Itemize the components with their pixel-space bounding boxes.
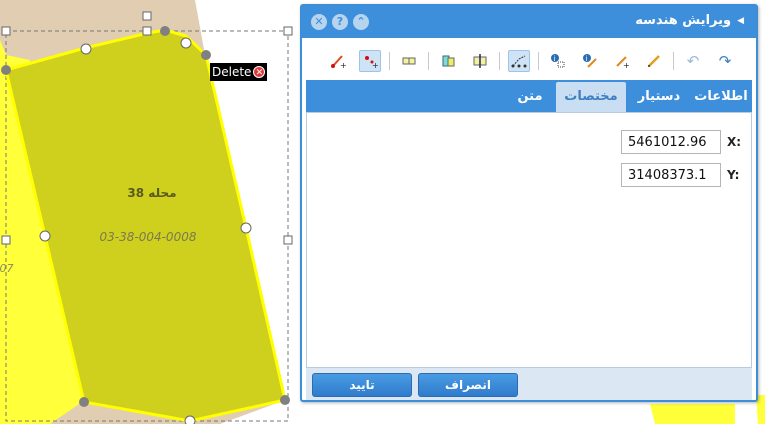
- scale-handle[interactable]: [142, 26, 152, 36]
- vertex-handle[interactable]: [160, 26, 170, 36]
- y-coordinate-input[interactable]: [621, 163, 721, 187]
- tab-text[interactable]: متن: [506, 82, 554, 112]
- svg-text:i: i: [586, 55, 588, 63]
- toolbar-separator: [673, 52, 674, 70]
- point-plus-icon[interactable]: +: [359, 50, 381, 72]
- vertex-handle[interactable]: [79, 397, 89, 407]
- svg-text:+: +: [340, 61, 346, 69]
- toolbar-separator: [428, 52, 429, 70]
- neighbor-parcel-bottom-right: [650, 404, 735, 424]
- info-edit-icon[interactable]: i: [579, 50, 601, 72]
- dialog-title-text: ویرایش هندسه: [635, 13, 732, 28]
- toolbar-separator: [499, 52, 500, 70]
- confirm-button[interactable]: تایید: [312, 373, 412, 397]
- cancel-button[interactable]: انصراف: [418, 373, 518, 397]
- edit-toolbar: + + i i + ↶ ↷: [322, 46, 748, 76]
- collapse-icon[interactable]: ⌃: [353, 14, 369, 30]
- midpoint-handle[interactable]: [184, 415, 196, 424]
- scale-handle[interactable]: [142, 11, 152, 21]
- vertex-handle[interactable]: [1, 65, 11, 75]
- svg-text:i: i: [554, 55, 556, 63]
- toolbar-separator: [389, 52, 390, 70]
- collapse-triangle-icon[interactable]: ◀: [737, 16, 744, 26]
- split-icon[interactable]: [437, 50, 459, 72]
- pencil-icon[interactable]: [643, 50, 665, 72]
- midpoint-handle[interactable]: [39, 230, 51, 242]
- delete-vertex-button[interactable]: Delete ✕: [210, 63, 268, 81]
- midpoint-handle[interactable]: [180, 37, 192, 49]
- close-icon[interactable]: ✕: [311, 14, 327, 30]
- midpoint-handle[interactable]: [240, 222, 252, 234]
- help-icon[interactable]: ?: [332, 14, 348, 30]
- delete-icon: ✕: [253, 66, 266, 78]
- y-row: Y:: [621, 163, 739, 187]
- dialog-title: ◀ ویرایش هندسه: [635, 13, 744, 28]
- midpoint-handle[interactable]: [80, 43, 92, 55]
- parcel-name-label: محله 38: [127, 186, 176, 200]
- dialog-titlebar[interactable]: ✕ ? ⌃ ◀ ویرایش هندسه: [302, 6, 756, 38]
- vertex-handle[interactable]: [280, 395, 290, 405]
- info-move-icon[interactable]: i: [547, 50, 569, 72]
- scale-handle[interactable]: [1, 26, 11, 36]
- vertex-handle[interactable]: [201, 50, 211, 60]
- scale-handle[interactable]: [283, 26, 293, 36]
- coordinates-panel: X: Y:: [306, 112, 752, 368]
- y-label: Y:: [727, 168, 740, 182]
- tab-bar: اطلاعات دستیار مختصات متن: [306, 80, 752, 112]
- dialog-footer: انصراف تایید: [306, 368, 752, 400]
- cut-icon[interactable]: [469, 50, 491, 72]
- svg-text:+: +: [623, 61, 630, 69]
- undo-icon[interactable]: ↶: [682, 50, 704, 72]
- edit-geometry-dialog: ✕ ? ⌃ ◀ ویرایش هندسه + + i i + ↶ ↷ اطلاع…: [300, 4, 758, 402]
- x-label: X:: [727, 135, 742, 149]
- scale-handle[interactable]: [283, 235, 293, 245]
- tab-assistant[interactable]: دستیار: [628, 82, 690, 112]
- toolbar-separator: [538, 52, 539, 70]
- x-row: X:: [621, 130, 742, 154]
- scale-handle[interactable]: [1, 235, 11, 245]
- redo-icon[interactable]: ↷: [714, 50, 736, 72]
- tab-coordinates[interactable]: مختصات: [556, 82, 626, 112]
- delete-label: Delete: [212, 65, 252, 79]
- x-coordinate-input[interactable]: [621, 130, 721, 154]
- neighbor-parcel-label: 007: [0, 262, 14, 275]
- svg-text:+: +: [372, 61, 378, 69]
- pencil-plus-icon[interactable]: +: [327, 50, 349, 72]
- tab-info[interactable]: اطلاعات: [690, 82, 752, 112]
- vertices-icon[interactable]: [508, 50, 530, 72]
- parcel-code-label: 03-38-004-0008: [100, 230, 197, 244]
- pen-plus-icon[interactable]: +: [611, 50, 633, 72]
- rectangle-icon[interactable]: [398, 50, 420, 72]
